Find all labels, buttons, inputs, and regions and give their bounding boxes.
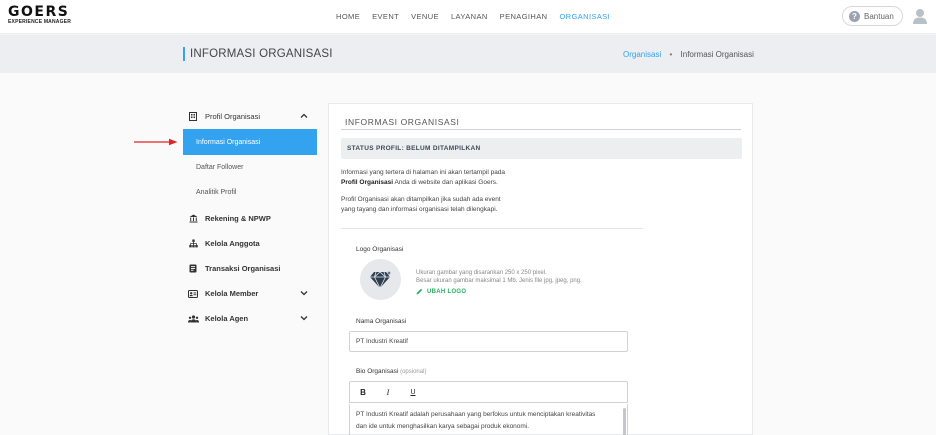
bio-field-label: Bio Organisasi (opsional) [356, 368, 426, 375]
logo-size-hint: Ukuran gambar yang disarankan 250 x 250 … [416, 269, 582, 285]
sidebar-item-daftar-follower[interactable]: Daftar Follower [183, 155, 317, 180]
card-divider [341, 129, 741, 130]
sidebar-item-rekening-npwp[interactable]: Rekening & NPWP [183, 206, 317, 231]
main-nav: HOME EVENT VENUE LAYANAN PENAGIHAN ORGAN… [336, 12, 622, 21]
id-card-icon [187, 289, 199, 298]
annotation-arrow-icon [134, 138, 178, 146]
sidebar-item-transaksi-organisasi[interactable]: Transaksi Organisasi [183, 256, 317, 281]
sidebar-item-label: Profil Organisasi [205, 112, 261, 121]
nav-layanan[interactable]: LAYANAN [451, 12, 488, 21]
logo-wordmark: GOERS [8, 4, 70, 20]
breadcrumb-separator: • [669, 50, 673, 59]
info-text: Profil Organisasi akan ditampilkan jika … [341, 196, 501, 203]
goers-logo[interactable]: GOERS EXPERIENCE MANAGER [8, 5, 71, 25]
bio-text: dan ide untuk menghasilkan karya sebagai… [356, 423, 530, 430]
hint-text: Besar ukuran gambar maksimal 1 Mb. Jenis… [416, 278, 582, 284]
info-text: yang tayang dan informasi organisasi tel… [341, 206, 498, 213]
logo-tagline: EXPERIENCE MANAGER [8, 19, 72, 25]
bio-textarea[interactable]: PT Industri Kreatif adalah perusahaan ya… [349, 404, 628, 435]
organization-logo[interactable] [360, 259, 401, 300]
sidebar-item-kelola-anggota[interactable]: Kelola Anggota [183, 231, 317, 256]
profile-status-banner: STATUS PROFIL: BELUM DITAMPILKAN [341, 138, 742, 159]
nav-venue[interactable]: VENUE [411, 12, 439, 21]
bank-icon [187, 214, 199, 223]
info-paragraph-1: Informasi yang tertera di halaman ini ak… [341, 168, 641, 188]
bold-button[interactable]: B [358, 388, 368, 397]
change-logo-label: UBAH LOGO [427, 288, 467, 295]
sidebar-item-kelola-agen[interactable]: Kelola Agen [183, 306, 317, 331]
help-label: Bantuan [864, 11, 894, 21]
name-field-label: Nama Organisasi [356, 318, 407, 325]
nav-home[interactable]: HOME [336, 12, 360, 21]
user-avatar-icon[interactable] [910, 6, 930, 26]
sidebar-item-label: Rekening & NPWP [205, 214, 271, 223]
optional-tag: (opsional) [400, 369, 427, 375]
breadcrumb-link-organisasi[interactable]: Organisasi [623, 50, 661, 59]
bio-editor-toolbar: B I U [349, 381, 628, 403]
sidebar-item-label: Kelola Member [205, 289, 259, 298]
info-text: Informasi yang tertera di halaman ini ak… [341, 169, 506, 176]
page-title: INFORMASI ORGANISASI [190, 48, 333, 60]
chevron-up-icon[interactable] [299, 111, 309, 121]
top-navbar: GOERS EXPERIENCE MANAGER HOME EVENT VENU… [0, 0, 936, 34]
org-chart-icon [187, 239, 199, 248]
logo-field-label: Logo Organisasi [356, 246, 404, 253]
bio-text: PT Industri Kreatif adalah perusahaan ya… [356, 411, 596, 418]
sidebar-item-label: Transaksi Organisasi [205, 264, 281, 273]
info-paragraph-2: Profil Organisasi akan ditampilkan jika … [341, 195, 641, 215]
italic-button[interactable]: I [383, 388, 393, 397]
bio-label-text: Bio Organisasi [356, 368, 399, 375]
title-accent-bar [183, 47, 185, 61]
card-title: INFORMASI ORGANISASI [345, 117, 460, 127]
question-circle-icon: ? [849, 10, 860, 22]
nav-penagihan[interactable]: PENAGIHAN [500, 12, 548, 21]
nav-event[interactable]: EVENT [372, 12, 399, 21]
building-icon [187, 112, 199, 121]
breadcrumb-current: Informasi Organisasi [680, 50, 754, 59]
receipt-icon [187, 264, 199, 273]
section-divider [341, 228, 643, 229]
breadcrumb: Organisasi • Informasi Organisasi [623, 50, 754, 59]
sidebar-item-label: Kelola Agen [205, 314, 249, 323]
change-logo-link[interactable]: UBAH LOGO [416, 288, 466, 295]
sidebar-item-kelola-member[interactable]: Kelola Member [183, 281, 317, 306]
hint-text: Ukuran gambar yang disarankan 250 x 250 … [416, 270, 547, 276]
sidebar-item-profil-organisasi[interactable]: Profil Organisasi [183, 104, 317, 129]
chevron-down-icon[interactable] [299, 313, 309, 323]
page-title-bar [0, 35, 936, 73]
organization-info-card: INFORMASI ORGANISASI STATUS PROFIL: BELU… [328, 103, 753, 435]
info-bold-text: Profil Organisasi [341, 179, 394, 186]
bio-scrollbar[interactable] [623, 408, 626, 435]
help-button[interactable]: ? Bantuan [842, 6, 903, 26]
organization-name-input[interactable]: PT Industri Kreatif [349, 331, 628, 352]
underline-button[interactable]: U [408, 389, 418, 396]
sidebar-item-analitik-profil[interactable]: Analitik Profil [183, 180, 317, 205]
sidebar-item-label: Kelola Anggota [205, 239, 260, 248]
sidebar-item-informasi-organisasi[interactable]: Informasi Organisasi [183, 129, 317, 155]
chevron-down-icon[interactable] [299, 288, 309, 298]
info-text: Anda di website dan aplikasi Goers. [393, 179, 498, 186]
pencil-icon [416, 288, 423, 295]
diamond-icon [369, 270, 391, 288]
users-icon [187, 314, 199, 323]
nav-organisasi[interactable]: ORGANISASI [559, 12, 610, 21]
